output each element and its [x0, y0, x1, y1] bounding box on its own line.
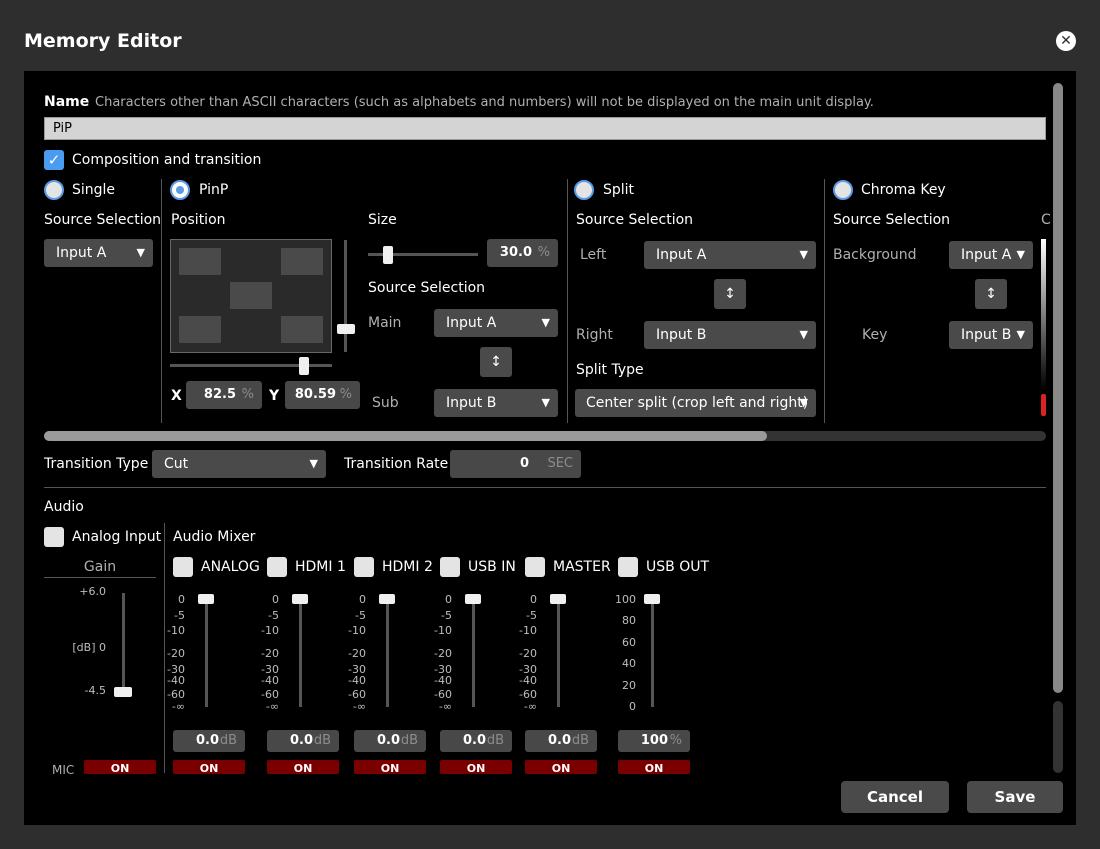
scale-tick-label: 0 — [629, 700, 636, 713]
channel-level-input[interactable]: 100% — [618, 730, 690, 752]
channel-name: HDMI 2 — [382, 559, 433, 575]
channel-level-unit: dB — [571, 733, 589, 748]
channel-on-button[interactable]: ON — [267, 760, 339, 774]
scale-tick-label: -20 — [261, 647, 279, 660]
fader-thumb[interactable] — [198, 594, 214, 604]
scale-tick-label: -60 — [434, 688, 452, 701]
scale-tick-label: -∞ — [523, 700, 537, 713]
scale-tick-label: -20 — [167, 647, 185, 660]
audio-mixer: ANALOG 0 -5 -10 -20 -30 -40 -60 -∞ 0.0 dB ON HDMI 10… — [24, 71, 1076, 825]
channel-level-unit: dB — [219, 733, 237, 748]
scale-tick-label: -∞ — [352, 700, 366, 713]
channel-level-input[interactable]: 0.0 dB — [173, 730, 245, 752]
scale-tick-label: -5 — [441, 609, 452, 622]
fader-thumb[interactable] — [644, 594, 660, 604]
scale-tick-label: -∞ — [171, 700, 185, 713]
channel-level-input[interactable]: 0.0 dB — [525, 730, 597, 752]
channel-checkbox[interactable] — [354, 557, 374, 577]
channel-level-unit: dB — [400, 733, 418, 748]
channel-on-button[interactable]: ON — [173, 760, 245, 774]
channel-level-input[interactable]: 0.0 dB — [354, 730, 426, 752]
scale-tick-label: 0 — [272, 593, 279, 606]
channel-checkbox[interactable] — [173, 557, 193, 577]
channel-level-unit: dB — [313, 733, 331, 748]
channel-level-input[interactable]: 0.0 dB — [440, 730, 512, 752]
fader-thumb[interactable] — [465, 594, 481, 604]
scale-tick-label: -10 — [261, 624, 279, 637]
channel-on-button[interactable]: ON — [618, 760, 690, 774]
scale-tick-label: 100 — [615, 593, 636, 606]
scale-tick-label: -∞ — [438, 700, 452, 713]
scale-tick-label: 0 — [359, 593, 366, 606]
scale-tick-label: -10 — [434, 624, 452, 637]
fader-thumb[interactable] — [292, 594, 308, 604]
channel-name: MASTER — [553, 559, 611, 575]
scale-tick-label: -40 — [167, 674, 185, 687]
channel-on-button[interactable]: ON — [525, 760, 597, 774]
channel-name: ANALOG — [201, 559, 260, 575]
scale-tick-label: -20 — [519, 647, 537, 660]
scale-tick-label: -20 — [348, 647, 366, 660]
vertical-scrollbar-track[interactable] — [1053, 701, 1063, 773]
channel-level-value: 100 — [640, 733, 668, 748]
channel-level-value: 0.0 — [376, 733, 400, 748]
scale-tick-label: 0 — [178, 593, 185, 606]
scale-tick-label: -20 — [434, 647, 452, 660]
channel-name: USB OUT — [646, 559, 710, 575]
scale-tick-label: 0 — [445, 593, 452, 606]
channel-checkbox[interactable] — [267, 557, 287, 577]
scale-tick-label: -5 — [526, 609, 537, 622]
vertical-scrollbar-thumb[interactable] — [1053, 83, 1063, 693]
fader-track[interactable] — [299, 595, 302, 707]
scale-tick-label: 40 — [622, 657, 636, 670]
channel-level-input[interactable]: 0.0 dB — [267, 730, 339, 752]
scale-tick-label: 60 — [622, 636, 636, 649]
editor-panel: Name Characters other than ASCII charact… — [24, 71, 1076, 825]
channel-checkbox[interactable] — [440, 557, 460, 577]
scale-tick-label: -60 — [261, 688, 279, 701]
scale-tick-label: -10 — [348, 624, 366, 637]
scale-tick-label: -40 — [348, 674, 366, 687]
scale-tick-label: 20 — [622, 679, 636, 692]
fader-track[interactable] — [386, 595, 389, 707]
fader-thumb[interactable] — [379, 594, 395, 604]
scale-tick-label: -40 — [434, 674, 452, 687]
channel-level-unit: dB — [486, 733, 504, 748]
channel-name: USB IN — [468, 559, 516, 575]
channel-level-unit: % — [669, 733, 682, 748]
channel-level-value: 0.0 — [289, 733, 313, 748]
dialog-title: Memory Editor — [24, 30, 182, 52]
close-icon[interactable]: ✕ — [1056, 31, 1076, 51]
scale-tick-label: -40 — [519, 674, 537, 687]
channel-checkbox[interactable] — [618, 557, 638, 577]
channel-level-value: 0.0 — [462, 733, 486, 748]
cancel-button[interactable]: Cancel — [841, 781, 949, 813]
scale-tick-label: -5 — [268, 609, 279, 622]
scale-tick-label: -10 — [519, 624, 537, 637]
scale-tick-label: -5 — [174, 609, 185, 622]
fader-track[interactable] — [651, 595, 654, 707]
channel-on-button[interactable]: ON — [440, 760, 512, 774]
scale-tick-label: -40 — [261, 674, 279, 687]
scale-tick-label: -60 — [348, 688, 366, 701]
scale-tick-label: -∞ — [265, 700, 279, 713]
scale-tick-label: -10 — [167, 624, 185, 637]
scale-tick-label: 80 — [622, 614, 636, 627]
scale-tick-label: -60 — [167, 688, 185, 701]
channel-checkbox[interactable] — [525, 557, 545, 577]
channel-level-value: 0.0 — [195, 733, 219, 748]
save-button[interactable]: Save — [967, 781, 1063, 813]
channel-on-button[interactable]: ON — [354, 760, 426, 774]
fader-thumb[interactable] — [550, 594, 566, 604]
fader-track[interactable] — [557, 595, 560, 707]
scale-tick-label: 0 — [530, 593, 537, 606]
scale-tick-label: -60 — [519, 688, 537, 701]
fader-track[interactable] — [472, 595, 475, 707]
scale-tick-label: -5 — [355, 609, 366, 622]
channel-level-value: 0.0 — [547, 733, 571, 748]
fader-track[interactable] — [205, 595, 208, 707]
channel-name: HDMI 1 — [295, 559, 346, 575]
